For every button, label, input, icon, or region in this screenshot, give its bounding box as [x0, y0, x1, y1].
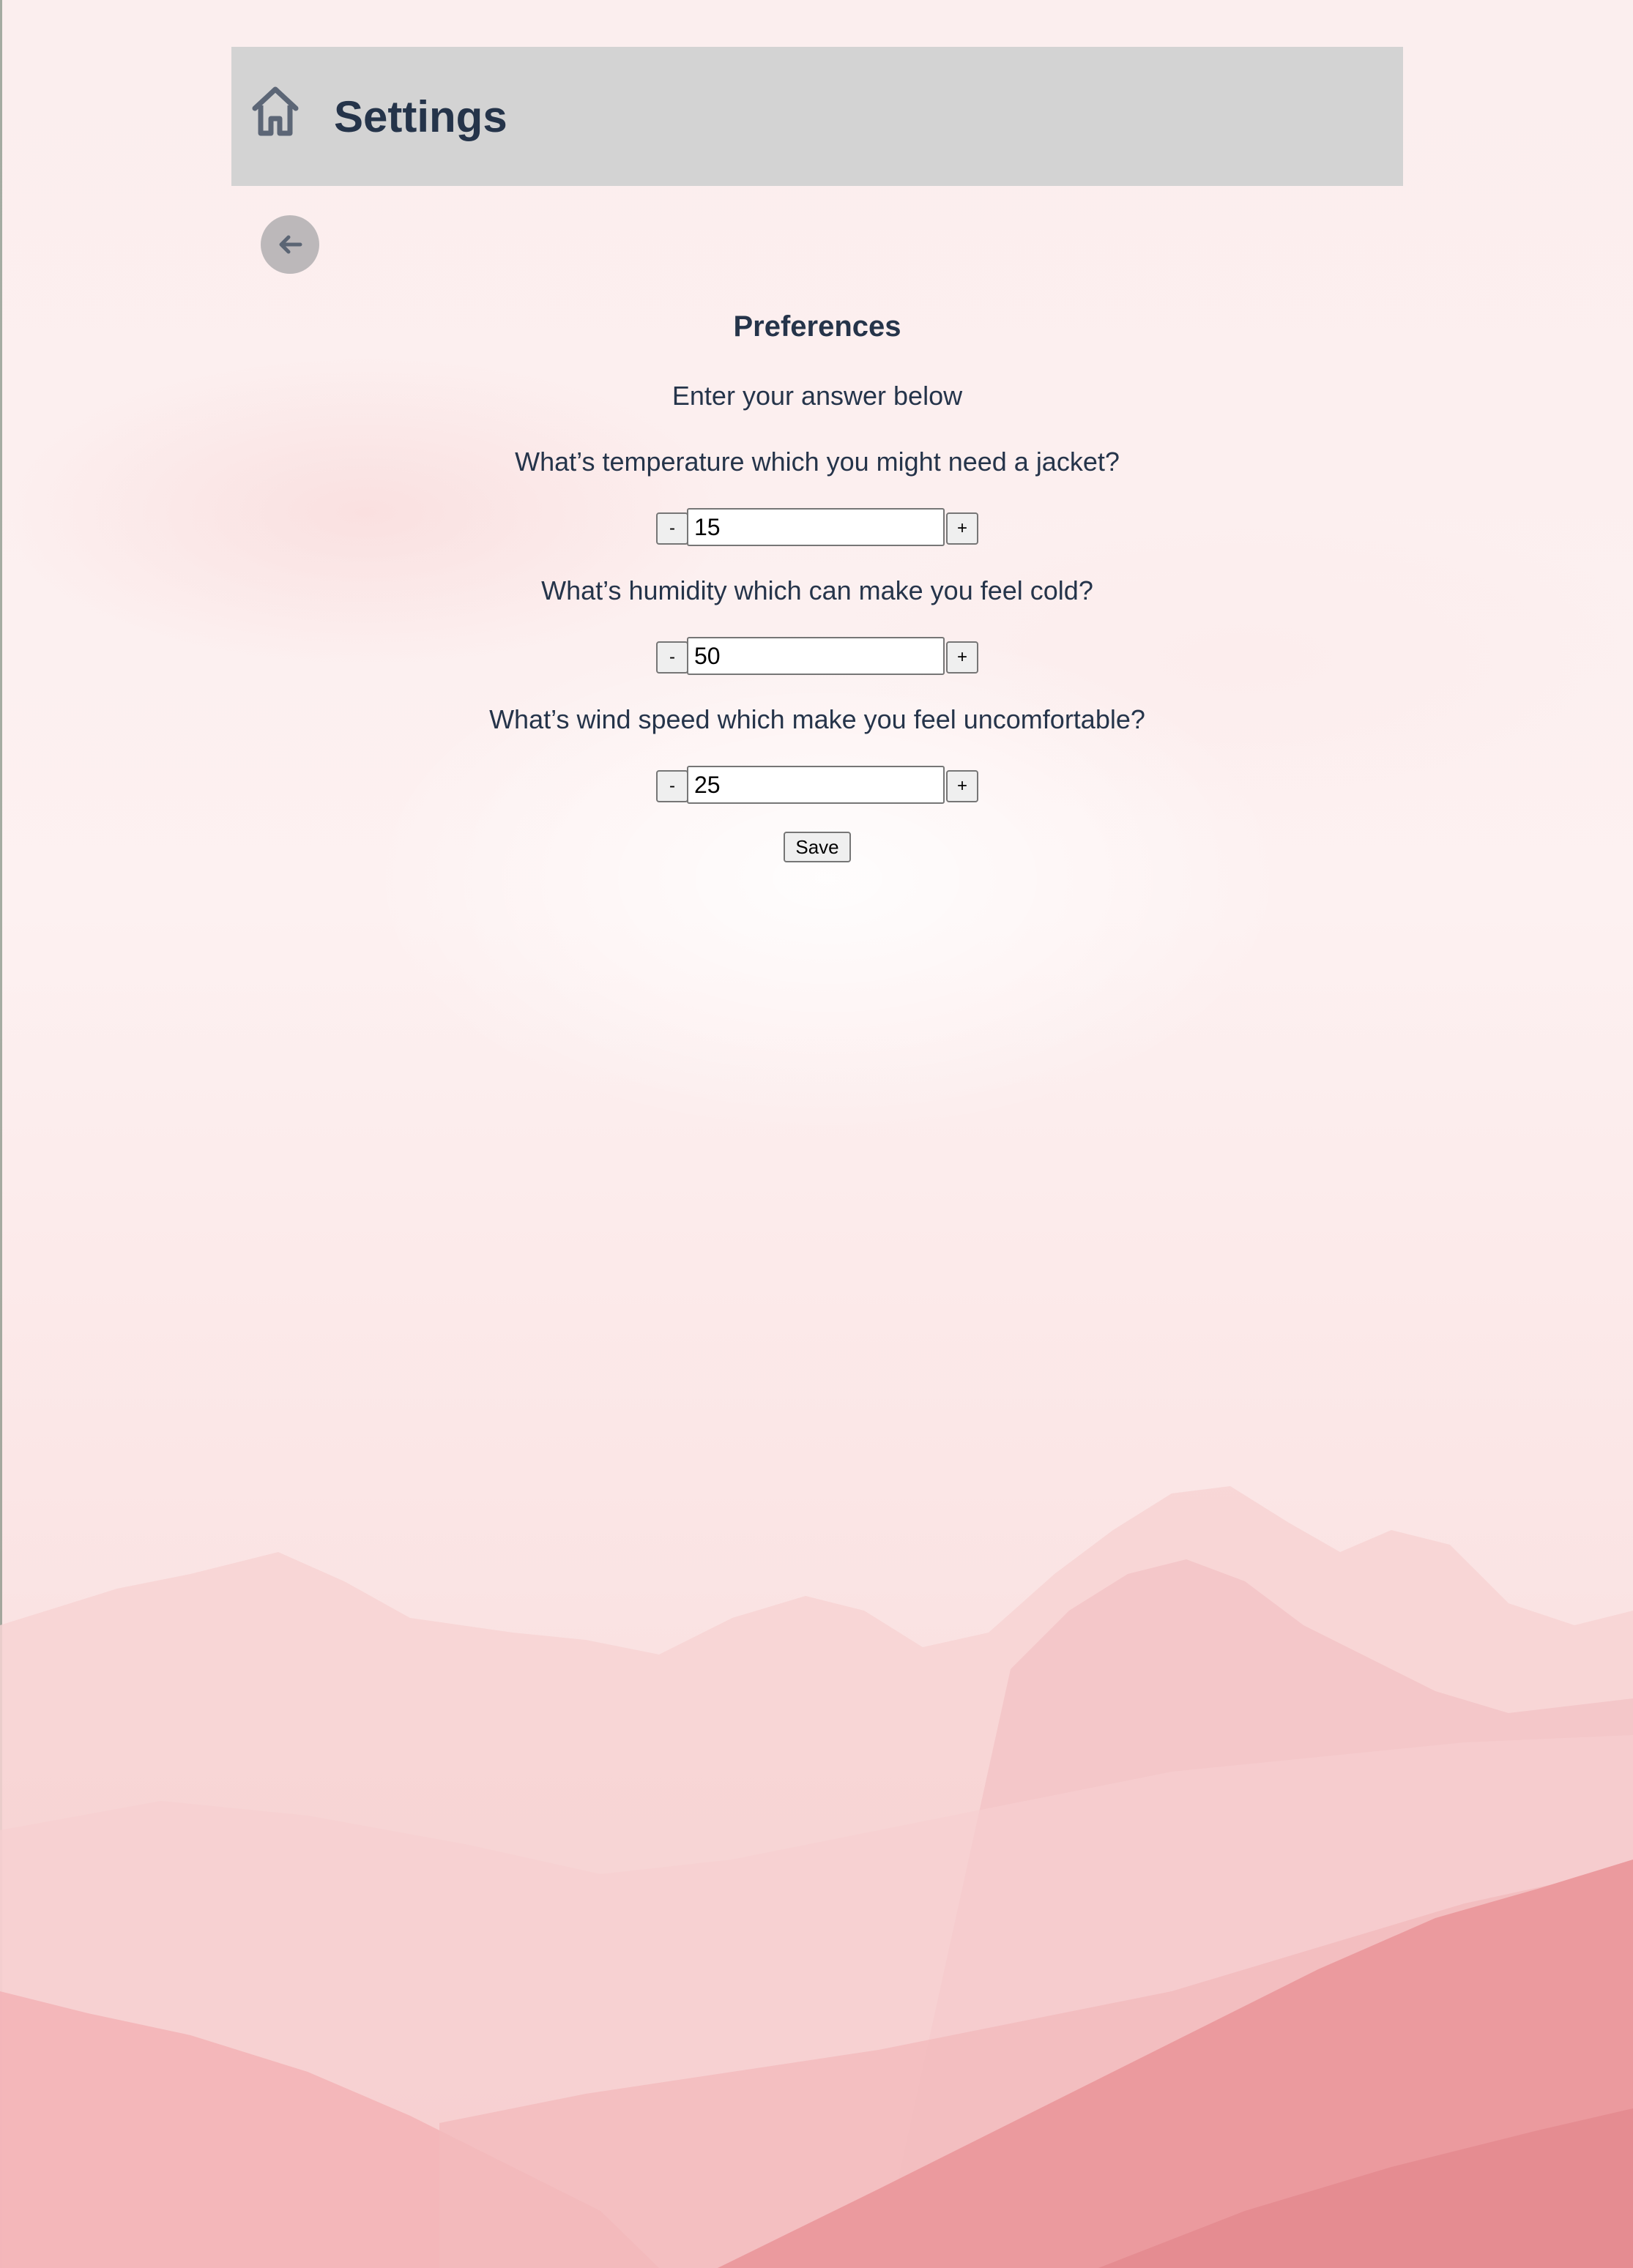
page-title: Settings — [334, 92, 507, 141]
home-icon[interactable] — [249, 83, 302, 139]
humidity-increment-button[interactable]: + — [946, 641, 978, 674]
humidity-decrement-button[interactable]: - — [656, 641, 688, 674]
temperature-input[interactable] — [687, 508, 945, 546]
settings-page: Settings Preferences Enter your answer b… — [0, 0, 1633, 2268]
mountain-background-image — [0, 1486, 1633, 2268]
question-temperature: What’s temperature which you might need … — [515, 447, 1120, 477]
temperature-increment-button[interactable]: + — [946, 512, 978, 545]
instructions-text: Enter your answer below — [672, 381, 963, 411]
wind-speed-decrement-button[interactable]: - — [656, 770, 688, 802]
humidity-stepper: - + — [656, 637, 978, 675]
save-button[interactable]: Save — [784, 832, 851, 862]
question-wind-speed: What’s wind speed which make you feel un… — [489, 704, 1145, 734]
arrow-left-icon — [279, 235, 302, 254]
back-button[interactable] — [261, 215, 319, 274]
wind-speed-stepper: - + — [656, 766, 978, 804]
temperature-stepper: - + — [656, 508, 978, 546]
temperature-decrement-button[interactable]: - — [656, 512, 688, 545]
humidity-input[interactable] — [687, 637, 945, 675]
wind-speed-input[interactable] — [687, 766, 945, 804]
wind-speed-increment-button[interactable]: + — [946, 770, 978, 802]
section-title: Preferences — [733, 310, 901, 343]
question-humidity: What’s humidity which can make you feel … — [541, 575, 1093, 605]
